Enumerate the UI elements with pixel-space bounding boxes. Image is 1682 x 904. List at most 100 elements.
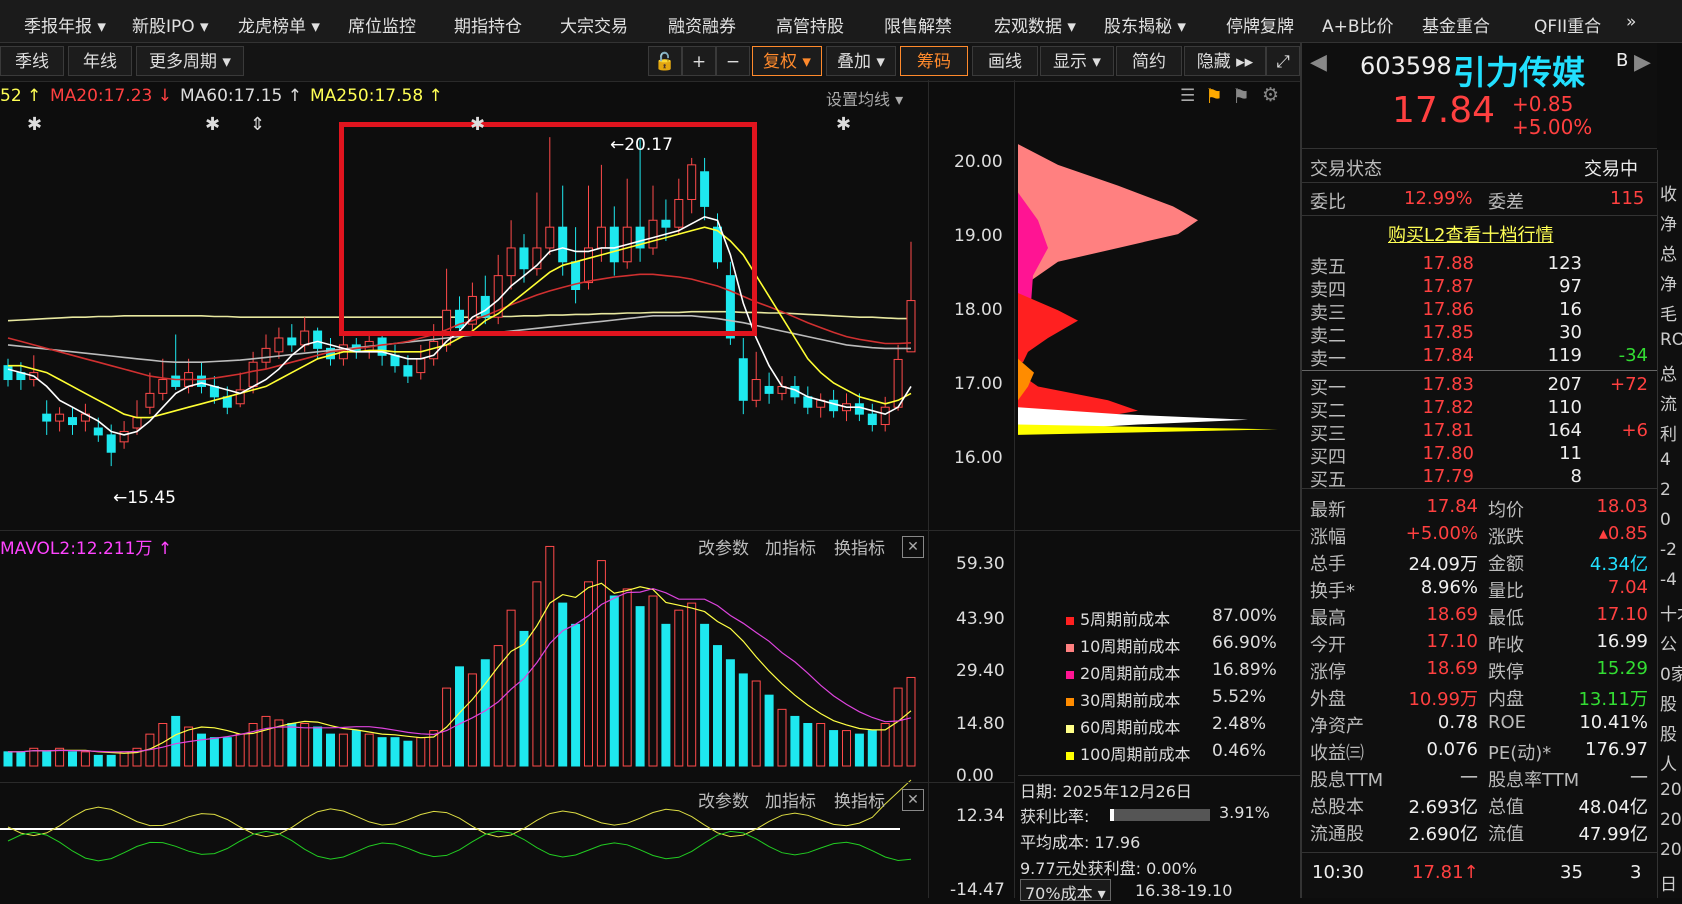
event-marker[interactable]: ✱: [470, 114, 485, 135]
stat-value: 2.690亿: [1408, 824, 1478, 845]
gear-icon[interactable]: ⚙: [1262, 84, 1279, 106]
menu-ab-compare[interactable]: A+B比价: [1322, 12, 1394, 37]
side-edge-text: 公: [1660, 635, 1677, 655]
volume-bar: [571, 623, 581, 767]
zoom-out-button[interactable]: −: [716, 46, 750, 76]
menu-suspension[interactable]: 停牌复牌: [1226, 12, 1294, 37]
cost-row-label: 30周期前成本: [1080, 691, 1181, 710]
ind-add-indicator-button[interactable]: 加指标: [765, 787, 816, 812]
cost-row-pct: 66.90%: [1212, 633, 1277, 653]
volume-bar: [751, 680, 761, 767]
volume-bar: [829, 730, 839, 767]
stat-label: 涨跌: [1488, 527, 1524, 548]
event-marker[interactable]: ✱: [27, 114, 42, 135]
menu-qfii-overlap[interactable]: QFII重合: [1534, 12, 1601, 37]
prev-stock-arrow-icon[interactable]: ◀: [1310, 50, 1327, 75]
candle-body: [197, 375, 206, 387]
volume-bar: [622, 588, 632, 767]
vol-add-indicator-button[interactable]: 加指标: [765, 534, 816, 559]
tick-count: 3: [1630, 862, 1642, 883]
volume-bar: [429, 730, 439, 767]
stat-label: PE(动)*: [1488, 743, 1552, 764]
book-price: 17.80: [1422, 443, 1474, 464]
expand-icon[interactable]: ⤢: [1266, 46, 1300, 76]
chip-distribution-10: [1018, 144, 1198, 283]
menu-report[interactable]: 季报年报 ▾: [24, 12, 106, 37]
overlay-dropdown[interactable]: 叠加 ▾: [826, 46, 896, 76]
close-icon[interactable]: ✕: [902, 789, 924, 811]
stat-label: 最新: [1310, 500, 1346, 521]
candle-body: [416, 358, 426, 374]
chip-flag-icon[interactable]: ⚑: [1205, 84, 1223, 108]
menu-macro[interactable]: 宏观数据 ▾: [994, 12, 1076, 37]
menu-dragon-tiger[interactable]: 龙虎榜单 ▾: [238, 12, 320, 37]
candle-body: [42, 413, 52, 422]
bid-ask-divider: [1302, 370, 1657, 371]
price-axis-label: 16.00: [954, 448, 1003, 468]
menu-insider[interactable]: 高管持股: [776, 12, 844, 37]
volume-bar: [184, 726, 194, 767]
cost-row: 60周期前成本: [1066, 714, 1180, 738]
chip-flag2-icon[interactable]: ⚑: [1232, 84, 1250, 108]
period-year-button[interactable]: 年线: [68, 46, 132, 76]
book-level-label: 卖一: [1310, 349, 1346, 370]
stat-label: 总值: [1488, 797, 1524, 818]
vol-params-button[interactable]: 改参数: [698, 534, 749, 559]
l2-upgrade-link[interactable]: 购买L2查看十档行情: [1388, 221, 1553, 247]
ind-switch-indicator-button[interactable]: 换指标: [834, 787, 885, 812]
side-edge-text: 总: [1660, 365, 1677, 385]
menu-ipo[interactable]: 新股IPO ▾: [132, 12, 209, 37]
display-dropdown[interactable]: 显示 ▾: [1040, 46, 1114, 76]
menu-unlock[interactable]: 限售解禁: [884, 12, 952, 37]
tick-price: 17.81↑: [1412, 862, 1479, 883]
ind-params-button[interactable]: 改参数: [698, 787, 749, 812]
hide-button[interactable]: 隐藏 ▸▸: [1184, 46, 1266, 76]
candle-body: [145, 392, 155, 408]
menu-futures-position[interactable]: 期指持仓: [454, 12, 522, 37]
stat-value: 0.076: [1426, 739, 1478, 760]
close-icon[interactable]: ✕: [902, 536, 924, 558]
cost-row-label: 60周期前成本: [1080, 718, 1181, 737]
side-edge-text: 股: [1660, 695, 1677, 715]
menu-seat-monitor[interactable]: 席位监控: [348, 12, 416, 37]
side-edge-text: -2: [1660, 540, 1677, 560]
simple-button[interactable]: 简约: [1116, 46, 1182, 76]
event-marker[interactable]: ✱: [205, 114, 220, 135]
next-stock-arrow-icon[interactable]: ▶: [1634, 50, 1651, 75]
more-periods-dropdown[interactable]: 更多周期 ▾: [136, 46, 244, 76]
volume-bar: [3, 751, 13, 767]
divider: [1302, 215, 1657, 216]
side-edge-text: 总: [1660, 245, 1677, 265]
tick-time: 10:30: [1312, 862, 1364, 883]
profit-ratio-label: 获利比率:: [1020, 807, 1090, 826]
menu-fund-overlap[interactable]: 基金重合: [1422, 12, 1490, 37]
book-volume: 8: [1570, 466, 1582, 487]
trade-status-value: 交易中: [1584, 159, 1638, 180]
draw-line-button[interactable]: 画线: [972, 46, 1038, 76]
cost-row-label: 20周期前成本: [1080, 664, 1181, 683]
volume-bar: [661, 623, 671, 767]
event-marker[interactable]: ✱: [836, 114, 851, 135]
volume-bar: [725, 659, 735, 767]
menu-block-trade[interactable]: 大宗交易: [560, 12, 628, 37]
fuquan-dropdown[interactable]: 复权 ▾: [752, 46, 822, 76]
event-marker[interactable]: ⇕: [250, 114, 265, 135]
volume-axis-label: 29.40: [956, 661, 1005, 681]
candle-body: [829, 399, 839, 412]
lock-icon[interactable]: 🔓: [648, 46, 682, 76]
menu-shareholder[interactable]: 股东揭秘 ▾: [1104, 12, 1186, 37]
menu-more-menu[interactable]: »: [1626, 12, 1636, 32]
chip-list-icon[interactable]: ☰: [1180, 86, 1195, 106]
zoom-in-button[interactable]: +: [682, 46, 716, 76]
stat-label: 股息TTM: [1310, 770, 1384, 791]
cost-range: 16.38-19.10: [1135, 881, 1233, 900]
menu-margin[interactable]: 融资融券: [668, 12, 736, 37]
volume-bar: [854, 733, 864, 767]
stat-label: 总股本: [1310, 797, 1364, 818]
vol-switch-indicator-button[interactable]: 换指标: [834, 534, 885, 559]
chips-button[interactable]: 筹码: [900, 46, 968, 76]
period-season-button[interactable]: 季线: [0, 46, 64, 76]
stat-label: 外盘: [1310, 689, 1346, 710]
book-price: 17.88: [1422, 253, 1474, 274]
volume-bar: [790, 715, 800, 767]
